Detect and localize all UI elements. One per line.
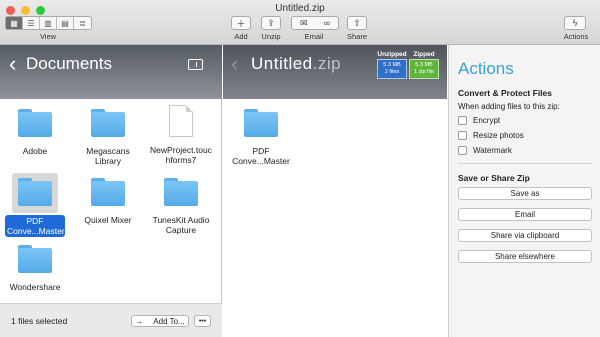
- file-item[interactable]: PDF Conve...Master: [0, 178, 70, 237]
- resize-photos-checkbox[interactable]: Resize photos: [458, 131, 524, 140]
- envelope-icon: ✉: [300, 17, 308, 28]
- file-label: NewProject.touchforms7: [150, 145, 212, 165]
- zip-extension: .zip: [312, 54, 342, 73]
- actions-panel: Actions Convert & Protect Files When add…: [448, 45, 600, 337]
- file-label: Megascans Library: [86, 146, 130, 166]
- file-label: TunesKit Audio Capture: [152, 215, 210, 235]
- arrow-right-icon: →: [135, 316, 144, 326]
- file-label: Quixel Mixer: [84, 215, 132, 225]
- icon-view-button[interactable]: ▦: [6, 17, 23, 29]
- bolt-icon: ϟ: [572, 18, 578, 28]
- checkbox-box[interactable]: [458, 146, 467, 155]
- selection-status: 1 files selected: [11, 316, 68, 326]
- share-elsewhere-button[interactable]: Share elsewhere: [458, 250, 592, 263]
- watermark-checkbox[interactable]: Watermark: [458, 146, 512, 155]
- add-to-label: Add To...: [153, 316, 185, 326]
- browser-header: ‹ Documents: [0, 45, 222, 99]
- folder-icon: [18, 109, 52, 137]
- unzipped-count: 2 files: [384, 69, 400, 75]
- zip-header: ‹ Untitled.zip Unzipped 5.3 MB 2 files Z…: [223, 45, 447, 99]
- zip-item[interactable]: PDF Conve...Master: [226, 109, 296, 166]
- zipped-heading: Zipped: [413, 51, 435, 58]
- share-label: Share: [346, 32, 367, 41]
- folder-icon: [18, 178, 52, 206]
- back-chevron-icon[interactable]: ‹: [231, 51, 238, 77]
- file-item[interactable]: Quixel Mixer: [73, 178, 143, 225]
- actions-label: Actions: [563, 32, 589, 41]
- email-button[interactable]: ✉ ∞: [291, 16, 339, 30]
- file-label: Adobe: [22, 146, 48, 156]
- file-item[interactable]: NewProject.touchforms7: [143, 105, 219, 165]
- back-chevron-icon[interactable]: ‹: [9, 51, 16, 77]
- checkbox-box[interactable]: [458, 131, 467, 140]
- save-share-heading: Save or Share Zip: [458, 173, 530, 183]
- zip-title: Untitled.zip: [251, 54, 341, 74]
- email-zip-button[interactable]: Email: [458, 208, 592, 221]
- file-label: PDF Conve...Master: [232, 146, 290, 166]
- watermark-label: Watermark: [473, 146, 512, 155]
- adding-files-text: When adding files to this zip:: [458, 102, 560, 111]
- view-mode-selector[interactable]: ▦ ☰ ▥ ▤ ≣: [5, 16, 92, 30]
- file-browser-pane: ‹ Documents Adobe Megascans Library NewP…: [0, 45, 222, 337]
- unzipped-size-badge: Unzipped 5.3 MB 2 files: [377, 51, 407, 79]
- folder-title: Documents: [26, 54, 112, 73]
- share-button[interactable]: ⇧: [347, 16, 367, 30]
- encrypt-label: Encrypt: [473, 116, 501, 125]
- actions-title: Actions: [458, 59, 514, 78]
- actions-button[interactable]: ϟ: [564, 16, 586, 30]
- folder-icon: [91, 178, 125, 206]
- section-divider: [458, 163, 592, 164]
- share-clipboard-button[interactable]: Share via clipboard: [458, 229, 592, 242]
- resize-photos-label: Resize photos: [473, 131, 524, 140]
- zipped-box: 5.3 MB 1 zip file: [409, 59, 439, 79]
- share-icon: ⇧: [353, 17, 361, 28]
- browser-footer: 1 files selected → Add To... •••: [0, 303, 222, 337]
- zipped-size-badge: Zipped 5.3 MB 1 zip file: [409, 51, 439, 79]
- link-icon: ∞: [323, 18, 330, 28]
- encrypt-checkbox[interactable]: Encrypt: [458, 116, 500, 125]
- file-item[interactable]: Adobe: [0, 109, 70, 156]
- view-label: View: [39, 32, 57, 41]
- unzipped-size: 5.3 MB: [383, 62, 401, 68]
- unzip-label: Unzip: [261, 32, 281, 41]
- folder-icon: [244, 109, 278, 137]
- file-item[interactable]: TunesKit Audio Capture: [146, 178, 216, 235]
- folder-icon: [164, 178, 198, 206]
- unzip-button[interactable]: ⇪: [261, 16, 281, 30]
- unzipped-heading: Unzipped: [377, 51, 407, 58]
- app-window: Untitled.zip ▦ ☰ ▥ ▤ ≣ View ＋ Add ⇪ Unzi…: [0, 0, 600, 337]
- add-to-button[interactable]: → Add To...: [131, 315, 189, 327]
- zipped-size: 5.3 MB: [415, 62, 433, 68]
- email-label: Email: [304, 32, 324, 41]
- plus-icon: ＋: [236, 18, 246, 29]
- checkbox-box[interactable]: [458, 116, 467, 125]
- sidebar-toggle-icon[interactable]: [188, 59, 203, 70]
- add-button[interactable]: ＋: [231, 16, 251, 30]
- sort-view-button[interactable]: ≣: [74, 17, 91, 29]
- window-title: Untitled.zip: [275, 3, 325, 14]
- file-item[interactable]: Megascans Library: [73, 109, 143, 166]
- folder-icon: [18, 245, 52, 273]
- convert-heading: Convert & Protect Files: [458, 88, 552, 98]
- document-icon: [169, 105, 193, 137]
- gallery-view-button[interactable]: ▤: [57, 17, 74, 29]
- more-options-button[interactable]: •••: [194, 315, 211, 327]
- save-as-button[interactable]: Save as: [458, 187, 592, 200]
- file-item[interactable]: Wondershare: [0, 245, 70, 292]
- zip-contents-pane: ‹ Untitled.zip Unzipped 5.3 MB 2 files Z…: [223, 45, 447, 337]
- zip-name: Untitled: [251, 54, 313, 73]
- toolbar: Untitled.zip ▦ ☰ ▥ ▤ ≣ View ＋ Add ⇪ Unzi…: [0, 0, 600, 45]
- zipped-count: 1 zip file: [413, 69, 435, 75]
- file-label: PDF Conve...Master: [5, 215, 65, 237]
- unzip-icon: ⇪: [267, 17, 275, 28]
- column-view-button[interactable]: ▥: [40, 17, 57, 29]
- list-view-button[interactable]: ☰: [23, 17, 40, 29]
- unzipped-box: 5.3 MB 2 files: [377, 59, 407, 79]
- add-label: Add: [234, 32, 248, 41]
- file-label: Wondershare: [9, 282, 61, 292]
- folder-icon: [91, 109, 125, 137]
